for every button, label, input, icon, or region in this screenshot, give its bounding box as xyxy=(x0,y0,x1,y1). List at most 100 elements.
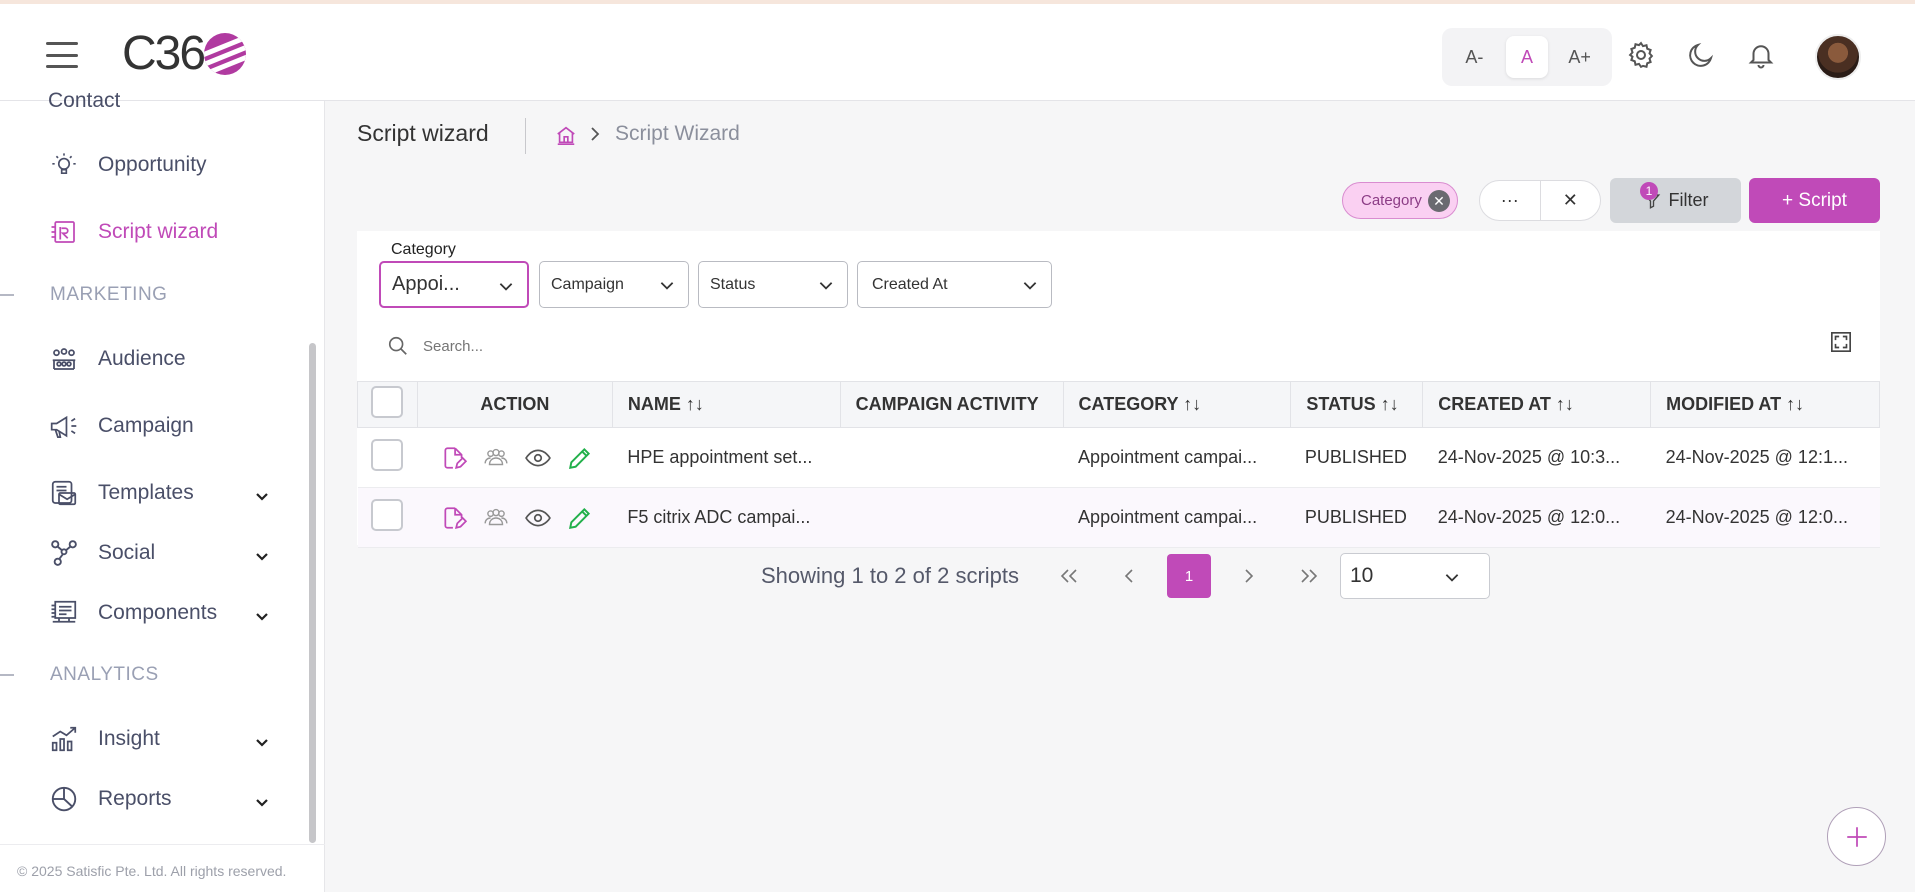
col-category[interactable]: CATEGORY ↑↓ xyxy=(1062,381,1292,428)
settings-gear-icon[interactable] xyxy=(1624,38,1658,72)
row-checkbox[interactable] xyxy=(370,499,403,531)
reports-pie-icon xyxy=(48,783,80,815)
pagination-summary: Showing 1 to 2 of 2 scripts xyxy=(761,563,1020,588)
insight-chevron-down-icon[interactable] xyxy=(252,732,272,752)
menu-toggle-icon[interactable] xyxy=(46,42,78,68)
table-row: F5 citrix ADC campai... Appointment camp… xyxy=(357,487,1880,548)
more-options-button[interactable]: ··· xyxy=(1480,181,1540,220)
next-page-icon[interactable] xyxy=(1227,554,1271,598)
last-page-icon[interactable] xyxy=(1287,554,1331,598)
prev-page-icon[interactable] xyxy=(1107,554,1151,598)
col-name[interactable]: NAME ↑↓ xyxy=(611,381,841,428)
cell-modified-at: 24-Nov-2025 @ 12:0... xyxy=(1650,487,1880,548)
sidebar-item-social[interactable]: Social xyxy=(48,537,155,569)
col-campaign-activity: CAMPAIGN ACTIVITY xyxy=(839,381,1064,428)
sidebar-item-label: Insight xyxy=(98,727,160,750)
page-size-select[interactable]: 10 xyxy=(1340,553,1490,599)
edit-pencil-icon[interactable] xyxy=(566,504,594,532)
search-input[interactable] xyxy=(423,337,783,355)
status-select-value: Status xyxy=(710,275,756,293)
sidebar-item-audience[interactable]: Audience xyxy=(48,343,186,375)
cell-created-at: 24-Nov-2025 @ 12:0... xyxy=(1422,487,1651,548)
chevron-down-icon xyxy=(660,282,674,290)
cell-name[interactable]: F5 citrix ADC campai... xyxy=(612,487,841,548)
font-decrease-button[interactable]: A- xyxy=(1453,36,1495,78)
logo-globe-icon xyxy=(204,33,247,75)
megaphone-icon xyxy=(48,410,80,442)
lightbulb-icon xyxy=(48,149,80,181)
edit-pencil-icon[interactable] xyxy=(566,444,594,472)
edit-script-icon[interactable] xyxy=(440,444,468,472)
script-icon xyxy=(48,216,80,248)
view-eye-icon[interactable] xyxy=(524,504,552,532)
breadcrumb-home-icon[interactable] xyxy=(555,124,577,146)
audience-group-icon[interactable] xyxy=(482,444,510,472)
sidebar-item-label: Templates xyxy=(98,481,194,504)
section-marketing: MARKETING xyxy=(50,284,168,305)
cell-created-at: 24-Nov-2025 @ 10:3... xyxy=(1422,427,1651,488)
active-filter-chip: Category ✕ xyxy=(1342,182,1458,219)
sidebar: Contact Opportunity Script wizard MARKET… xyxy=(0,89,325,892)
first-page-icon[interactable] xyxy=(1047,554,1091,598)
col-status[interactable]: STATUS ↑↓ xyxy=(1290,381,1424,428)
sidebar-item-label: Components xyxy=(98,601,218,624)
col-modified-at[interactable]: MODIFIED AT ↑↓ xyxy=(1650,381,1880,428)
row-checkbox[interactable] xyxy=(370,439,403,471)
sidebar-item-label: Script wizard xyxy=(98,220,219,243)
script-list-panel: Category Appoi... Campaign Status Create… xyxy=(357,231,1880,548)
cell-status: PUBLISHED xyxy=(1290,487,1423,548)
sidebar-item-templates[interactable]: Templates xyxy=(48,477,194,509)
sidebar-item-opportunity[interactable]: Opportunity xyxy=(48,149,207,181)
font-increase-button[interactable]: A+ xyxy=(1559,36,1601,78)
page-title: Script wizard xyxy=(357,120,489,146)
category-select[interactable]: Appoi... xyxy=(379,261,529,308)
sidebar-item-label: Opportunity xyxy=(98,153,207,176)
page-button-current[interactable]: 1 xyxy=(1167,554,1212,598)
category-select-value: Appoi... xyxy=(392,273,460,295)
sidebar-item-contact-partial[interactable]: Contact xyxy=(48,89,120,115)
fullscreen-icon[interactable] xyxy=(1830,331,1854,355)
select-all-checkbox[interactable] xyxy=(371,386,403,418)
created-at-select[interactable]: Created At xyxy=(857,261,1052,308)
cell-name[interactable]: HPE appointment set... xyxy=(612,427,841,488)
pagination: Showing 1 to 2 of 2 scripts 1 xyxy=(761,553,1347,599)
dark-mode-moon-icon[interactable] xyxy=(1684,38,1718,72)
view-eye-icon[interactable] xyxy=(524,444,552,472)
breadcrumb-chevron-right-icon xyxy=(588,124,604,146)
chip-remove-icon[interactable]: ✕ xyxy=(1428,190,1450,212)
campaign-select[interactable]: Campaign xyxy=(539,261,689,308)
floating-add-button[interactable] xyxy=(1827,807,1886,866)
notifications-bell-icon[interactable] xyxy=(1744,38,1778,72)
components-chevron-down-icon[interactable] xyxy=(252,606,272,626)
cell-category: Appointment campai... xyxy=(1063,487,1291,548)
sidebar-item-components[interactable]: Components xyxy=(48,597,217,629)
scripts-table: ACTION NAME ↑↓ CAMPAIGN ACTIVITY CATEGOR… xyxy=(357,381,1880,548)
sidebar-item-script-wizard[interactable]: Script wizard xyxy=(48,216,218,248)
sidebar-item-campaign[interactable]: Campaign xyxy=(48,410,194,442)
plus-icon xyxy=(1846,826,1867,847)
sidebar-item-label: Audience xyxy=(98,347,186,370)
reports-chevron-down-icon[interactable] xyxy=(252,792,272,812)
add-script-button[interactable]: + Script xyxy=(1749,178,1880,223)
page-size-value: 10 xyxy=(1350,564,1374,587)
clear-button[interactable]: ✕ xyxy=(1539,181,1601,220)
col-created-at[interactable]: CREATED AT ↑↓ xyxy=(1422,381,1652,428)
logo-text: C36 xyxy=(122,27,206,80)
section-analytics: ANALYTICS xyxy=(50,664,159,685)
chevron-down-icon xyxy=(1023,282,1037,290)
filter-button[interactable]: 1 Filter xyxy=(1610,178,1741,223)
sidebar-item-insight[interactable]: Insight xyxy=(48,723,160,755)
status-select[interactable]: Status xyxy=(698,261,848,308)
insight-icon xyxy=(48,723,80,755)
audience-group-icon[interactable] xyxy=(482,504,510,532)
social-chevron-down-icon[interactable] xyxy=(252,546,272,566)
sidebar-item-reports[interactable]: Reports xyxy=(48,783,172,815)
font-normal-button[interactable]: A xyxy=(1505,36,1548,78)
category-filter-label: Category xyxy=(391,241,456,258)
user-avatar[interactable] xyxy=(1815,34,1861,80)
logo[interactable]: C36 xyxy=(122,27,247,80)
templates-chevron-down-icon[interactable] xyxy=(252,486,272,506)
sidebar-scrollbar[interactable] xyxy=(309,343,316,843)
edit-script-icon[interactable] xyxy=(440,504,468,532)
chevron-down-icon xyxy=(1445,574,1459,582)
